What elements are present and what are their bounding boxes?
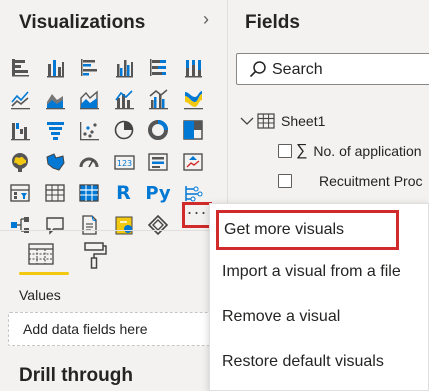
paint-roller-icon[interactable] xyxy=(82,240,108,270)
search-placeholder: Search xyxy=(272,61,323,78)
menu-item-restore-default[interactable]: Restore default visuals xyxy=(210,342,429,382)
active-tab-indicator xyxy=(19,272,69,275)
field-item[interactable]: ∑ No. of application xyxy=(278,141,422,161)
kpi-icon[interactable] xyxy=(181,150,205,174)
waterfall-chart-icon[interactable] xyxy=(8,118,32,142)
more-visuals-button[interactable]: ··· xyxy=(182,202,212,228)
build-visual-icon[interactable] xyxy=(26,240,56,270)
table-icon xyxy=(257,113,275,129)
ribbon-chart-icon[interactable] xyxy=(181,87,205,111)
stacked-bar-chart-icon[interactable] xyxy=(8,55,32,79)
paginated-report-icon[interactable] xyxy=(112,213,136,237)
power-apps-icon[interactable] xyxy=(146,213,170,237)
menu-item-get-more-visuals[interactable]: Get more visuals xyxy=(216,210,399,250)
line-and-clustered-column-chart-icon[interactable] xyxy=(146,87,170,111)
field-label: Recuitment Proc xyxy=(319,173,423,189)
divider xyxy=(0,230,228,231)
chevron-down-icon[interactable] xyxy=(239,113,255,129)
values-label: Values xyxy=(19,287,61,303)
menu-item-import-visual[interactable]: Import a visual from a file xyxy=(210,252,429,292)
fields-title: Fields xyxy=(245,12,300,33)
visualizations-pane: Visualizations › 123 R Py ··· Values Add d… xyxy=(0,0,228,391)
visualizations-title: Visualizations xyxy=(19,12,146,33)
line-and-column-chart-icon[interactable] xyxy=(112,87,136,111)
field-label: No. of application xyxy=(313,143,422,159)
map-icon[interactable] xyxy=(8,150,32,174)
gauge-icon[interactable] xyxy=(77,150,101,174)
slicer-icon[interactable] xyxy=(8,181,32,205)
more-visuals-menu: Get more visuals Import a visual from a … xyxy=(209,203,429,391)
100-stacked-column-chart-icon[interactable] xyxy=(181,55,205,79)
field-checkbox[interactable] xyxy=(278,144,292,158)
multi-row-card-icon[interactable] xyxy=(146,150,170,174)
chevron-right-icon[interactable]: › xyxy=(203,9,209,30)
smart-narrative-icon[interactable] xyxy=(77,213,101,237)
pie-chart-icon[interactable] xyxy=(112,118,136,142)
field-item[interactable]: Recuitment Proc xyxy=(278,171,422,191)
stacked-column-chart-icon[interactable] xyxy=(43,55,67,79)
add-data-fields-well[interactable]: Add data fields here xyxy=(8,312,226,346)
sigma-icon: ∑ xyxy=(296,142,308,159)
field-checkbox[interactable] xyxy=(278,174,292,188)
filled-map-icon[interactable] xyxy=(43,150,67,174)
search-icon xyxy=(249,61,266,78)
scatter-chart-icon[interactable] xyxy=(77,118,101,142)
line-chart-icon[interactable] xyxy=(8,87,32,111)
funnel-chart-icon[interactable] xyxy=(43,118,67,142)
clustered-column-chart-icon[interactable] xyxy=(112,55,136,79)
donut-chart-icon[interactable] xyxy=(146,118,170,142)
area-chart-icon[interactable] xyxy=(43,87,67,111)
r-visual-icon[interactable]: R xyxy=(112,181,136,205)
menu-item-remove-visual[interactable]: Remove a visual xyxy=(210,297,429,337)
decomposition-tree-icon[interactable] xyxy=(8,213,32,237)
clustered-bar-chart-icon[interactable] xyxy=(77,55,101,79)
python-visual-icon[interactable]: Py xyxy=(145,181,170,205)
matrix-icon[interactable] xyxy=(77,181,101,205)
svg-text:123: 123 xyxy=(116,159,131,168)
stacked-area-chart-icon[interactable] xyxy=(77,87,101,111)
treemap-icon[interactable] xyxy=(181,118,205,142)
100-stacked-bar-chart-icon[interactable] xyxy=(146,55,170,79)
drill-through-title: Drill through xyxy=(19,365,133,386)
qa-icon[interactable] xyxy=(43,213,67,237)
search-input[interactable]: Search xyxy=(236,53,429,85)
table-icon[interactable] xyxy=(43,181,67,205)
card-icon[interactable]: 123 xyxy=(112,150,136,174)
table-sheet1[interactable]: Sheet1 xyxy=(239,110,325,132)
table-name: Sheet1 xyxy=(281,113,326,129)
